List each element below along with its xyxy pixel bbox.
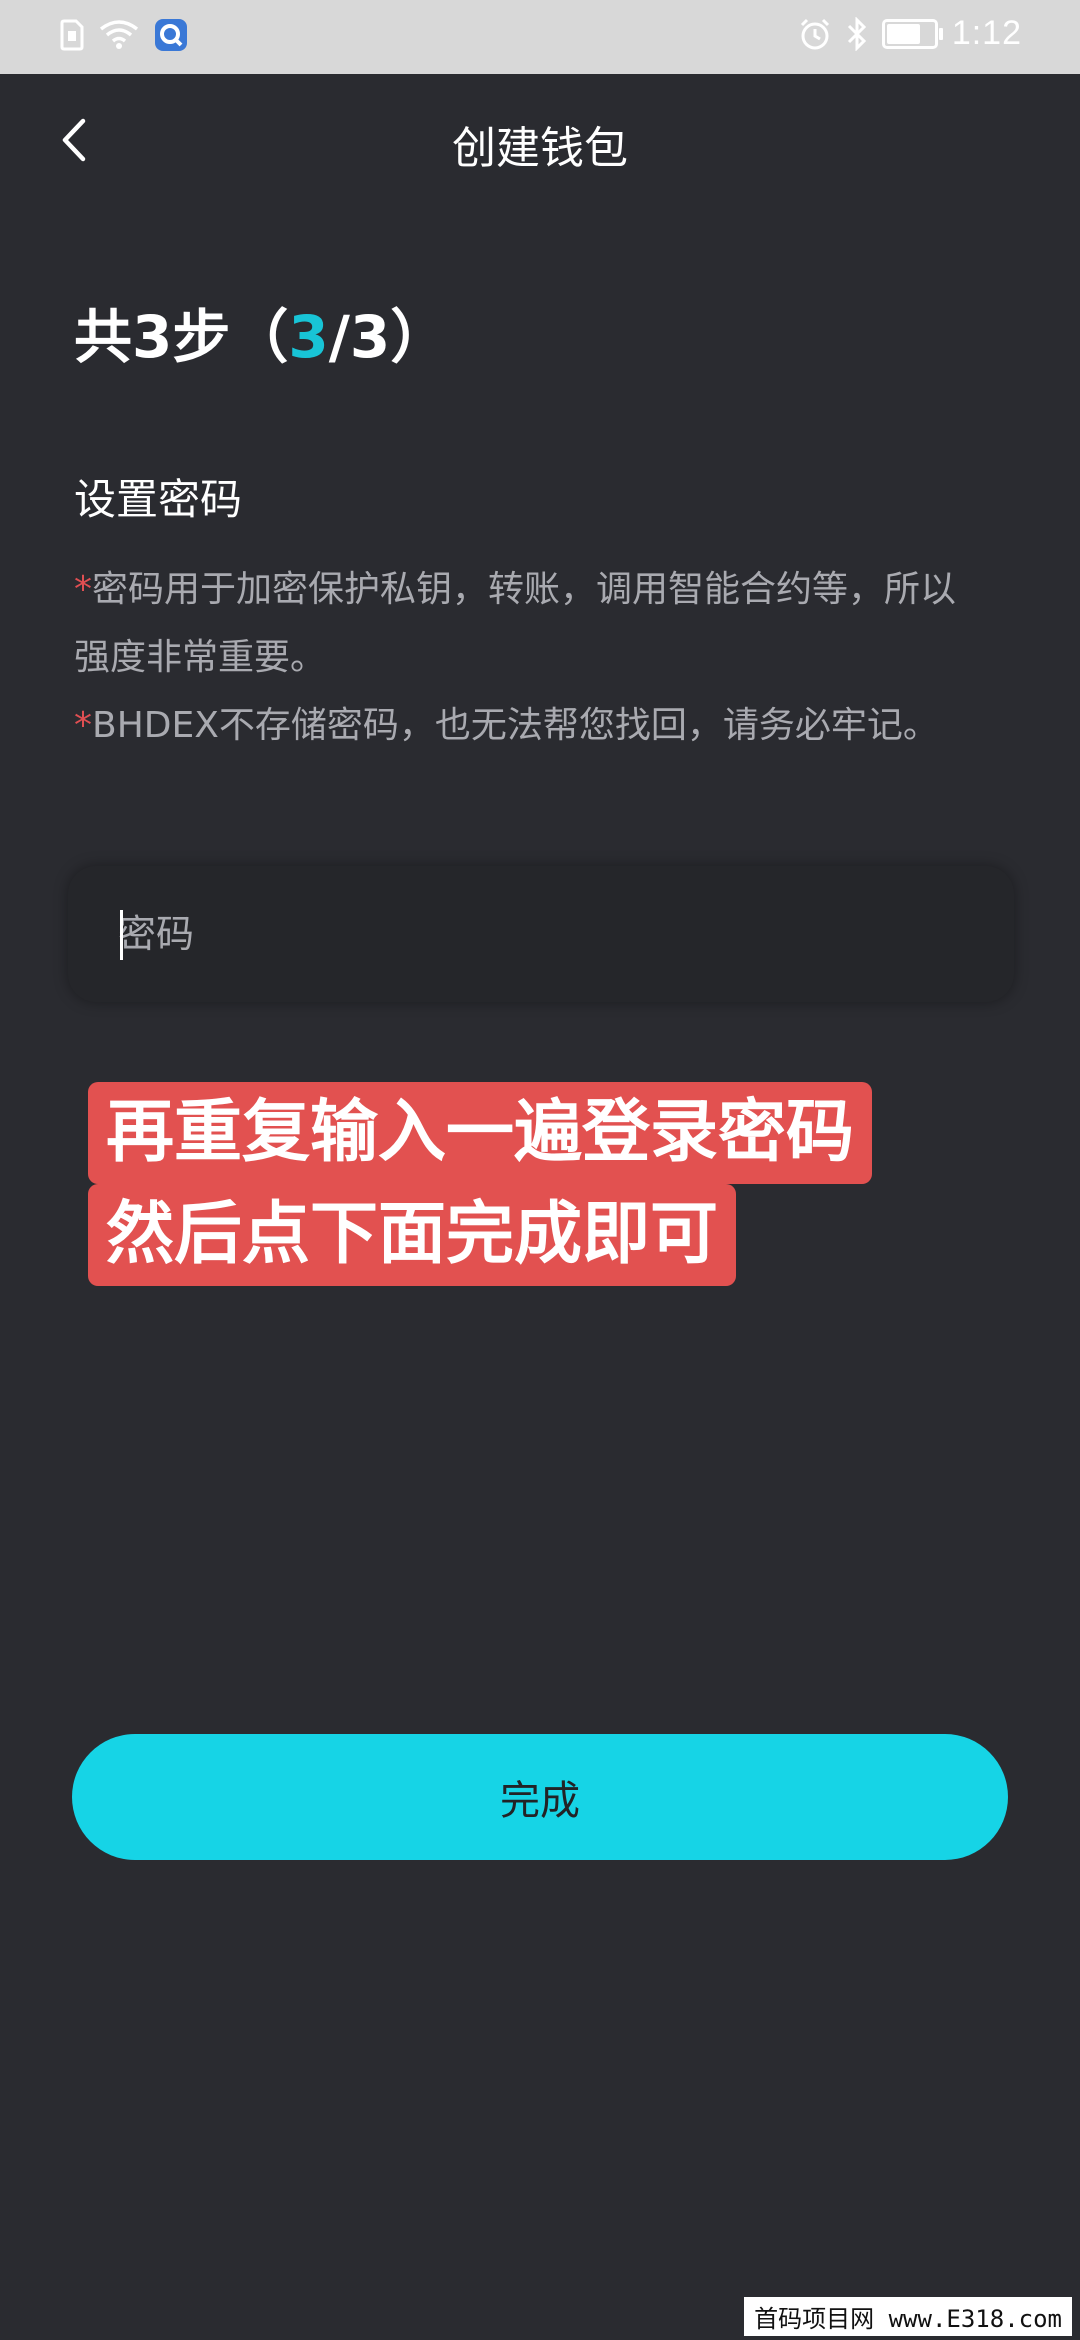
note-text: BHDEX不存储密码，也无法帮您找回，请务必牢记。	[92, 705, 939, 746]
note-text: 密码用于加密保护私钥，转账，调用智能合约等，所以强度非常重要。	[74, 569, 957, 678]
overlay-caption-line: 然后点下面完成即可	[88, 1184, 737, 1286]
battery-level	[886, 23, 921, 44]
section-title: 设置密码	[74, 475, 243, 524]
done-button[interactable]: 完成	[72, 1734, 1008, 1860]
status-time: 1:12	[951, 14, 1022, 52]
asterisk: *	[74, 705, 92, 746]
step-prefix: 共3步（	[74, 303, 289, 371]
note-item: *BHDEX不存储密码，也无法帮您找回，请务必牢记。	[74, 692, 974, 760]
app-notification-icon	[155, 19, 187, 51]
overlay-caption: 再重复输入一遍登录密码 然后点下面完成即可	[88, 1082, 873, 1286]
status-right-icons: 1:12	[798, 14, 1022, 53]
wifi-icon	[99, 20, 139, 49]
page-title: 创建钱包	[452, 123, 628, 174]
header: 创建钱包	[0, 74, 1080, 208]
password-input[interactable]	[118, 866, 978, 1002]
password-field	[68, 866, 1014, 1002]
status-left-icons	[60, 18, 188, 52]
battery-icon	[881, 18, 943, 49]
password-notes: *密码用于加密保护私钥，转账，调用智能合约等，所以强度非常重要。 *BHDEX不…	[74, 556, 974, 760]
note-item: *密码用于加密保护私钥，转账，调用智能合约等，所以强度非常重要。	[74, 556, 974, 692]
sim-icon	[60, 19, 84, 51]
step-suffix: /3）	[328, 303, 449, 371]
watermark: 首码项目网 www.E318.com	[744, 2297, 1072, 2336]
asterisk: *	[74, 569, 92, 610]
bluetooth-icon	[847, 16, 866, 51]
step-indicator: 共3步（3/3）	[74, 290, 448, 374]
overlay-caption-line: 再重复输入一遍登录密码	[88, 1082, 873, 1184]
text-cursor	[120, 910, 123, 960]
step-current: 3	[288, 303, 329, 371]
alarm-icon	[800, 18, 829, 49]
status-bar: 1:12	[0, 0, 1080, 74]
